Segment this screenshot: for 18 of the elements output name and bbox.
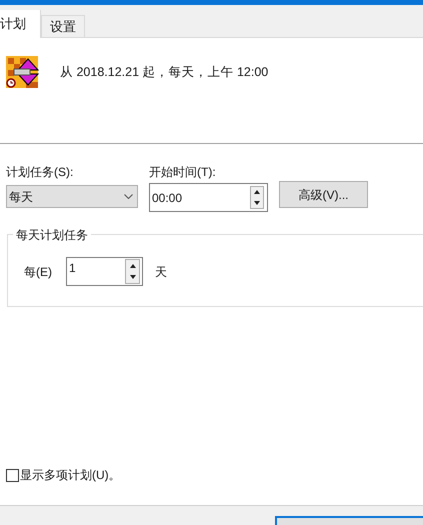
unit-label: 天: [155, 264, 167, 280]
interval-spinbox[interactable]: 1: [66, 257, 143, 286]
field-label: 计划任务(S):: [6, 164, 74, 181]
tab[interactable]: 设置: [41, 15, 85, 37]
spin-buttons[interactable]: [250, 186, 264, 209]
checkbox[interactable]: [6, 468, 19, 482]
schedule-dropdown[interactable]: 每天: [6, 185, 138, 208]
schedule-icon: [6, 56, 40, 88]
advanced-button[interactable]: 高级(V)...: [279, 181, 368, 208]
time-spinbox[interactable]: 00:00: [149, 183, 268, 212]
schedule-summary: 从 2018.12.21 起，每天，上午 12:00: [60, 64, 268, 81]
tab[interactable]: 计划: [0, 10, 41, 38]
checkbox-label[interactable]: 显示多项计划(U)。: [20, 466, 121, 484]
field-label: 开始时间(T):: [149, 164, 217, 181]
spin-buttons[interactable]: [125, 259, 140, 284]
chevron-down-icon: [124, 194, 133, 199]
every-label: 每(E): [24, 264, 52, 280]
group-title: 每天计划任务: [13, 226, 91, 244]
